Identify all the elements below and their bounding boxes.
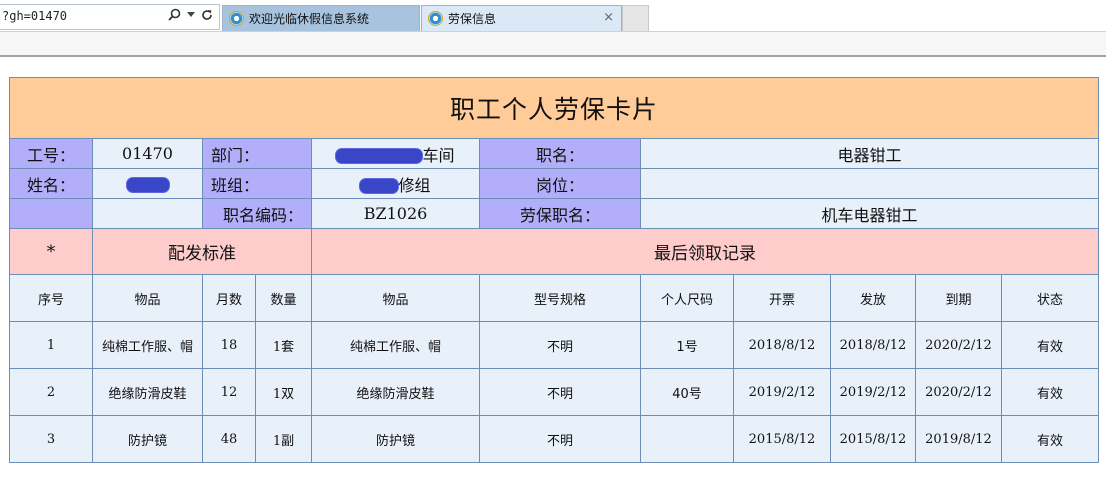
column-header: 物品 bbox=[311, 274, 480, 322]
tab-welcome-label: 欢迎光临休假信息系统 bbox=[249, 12, 370, 26]
empty-label-cell bbox=[9, 198, 93, 229]
chrome-divider bbox=[0, 55, 1106, 57]
row-issue-date: 2018/8/12 bbox=[830, 321, 916, 369]
row-std-item: 纯棉工作服、帽 bbox=[92, 321, 203, 369]
position-value bbox=[639, 168, 1100, 199]
row-item: 绝缘防滑皮鞋 bbox=[311, 368, 480, 416]
dropdown-icon[interactable] bbox=[187, 11, 195, 18]
ie-icon bbox=[428, 11, 443, 26]
row-seq: 3 bbox=[9, 415, 93, 463]
close-icon[interactable]: × bbox=[603, 10, 614, 25]
row-size: 1号 bbox=[640, 321, 734, 369]
section-star: * bbox=[9, 228, 93, 275]
row-spec: 不明 bbox=[479, 321, 641, 369]
redaction-mark bbox=[126, 177, 169, 192]
row-months: 18 bbox=[202, 321, 256, 369]
row-size bbox=[640, 415, 734, 463]
new-tab-button[interactable] bbox=[622, 5, 649, 31]
redaction-mark bbox=[360, 179, 399, 193]
row-size: 40号 bbox=[640, 368, 734, 416]
empty-value-cell bbox=[92, 198, 203, 229]
search-icon[interactable] bbox=[168, 8, 181, 21]
column-header: 状态 bbox=[1000, 274, 1100, 322]
labor-job-title-value: 机车电器钳工 bbox=[639, 198, 1100, 229]
labor-job-title-label: 劳保职名： bbox=[479, 198, 641, 229]
row-months: 48 bbox=[202, 415, 256, 463]
table-row: 3 防护镜 48 1副 防护镜 不明 2015/8/12 2015/8/12 2… bbox=[9, 415, 1100, 463]
column-header: 型号规格 bbox=[479, 274, 641, 322]
row-std-item: 绝缘防滑皮鞋 bbox=[92, 368, 203, 416]
tab-welcome[interactable]: 欢迎光临休假信息系统 bbox=[222, 5, 420, 31]
row-seq: 1 bbox=[9, 321, 93, 369]
table-row: 1 纯棉工作服、帽 18 1套 纯棉工作服、帽 不明 1号 2018/8/12 … bbox=[9, 321, 1100, 369]
job-title-value: 电器钳工 bbox=[639, 138, 1100, 169]
refresh-icon[interactable] bbox=[201, 9, 213, 21]
column-header: 开票 bbox=[733, 274, 831, 322]
team-label: 班组： bbox=[202, 168, 312, 199]
row-invoice-date: 2015/8/12 bbox=[733, 415, 831, 463]
employee-id-label: 工号： bbox=[9, 138, 93, 169]
row-std-item: 防护镜 bbox=[92, 415, 203, 463]
column-header: 序号 bbox=[9, 274, 93, 322]
row-status: 有效 bbox=[1000, 415, 1100, 463]
column-header: 月数 bbox=[202, 274, 256, 322]
job-code-label: 职名编码： bbox=[202, 198, 312, 229]
labor-card-table: 职工个人劳保卡片 工号： 01470 部门： 车间 职名： 电器钳工 姓名： 班… bbox=[8, 77, 1100, 463]
column-header: 到期 bbox=[915, 274, 1002, 322]
row-expiry-date: 2020/2/12 bbox=[915, 368, 1002, 416]
row-status: 有效 bbox=[1000, 368, 1100, 416]
row-invoice-date: 2019/2/12 bbox=[733, 368, 831, 416]
job-title-label: 职名： bbox=[479, 138, 641, 169]
row-expiry-date: 2020/2/12 bbox=[915, 321, 1002, 369]
section-last-record: 最后领取记录 bbox=[310, 228, 1100, 275]
command-bar bbox=[0, 32, 1106, 55]
name-value bbox=[92, 168, 203, 199]
column-header: 物品 bbox=[92, 274, 203, 322]
tab-laobao-label: 劳保信息 bbox=[448, 12, 497, 26]
job-code-value: BZ1026 bbox=[311, 198, 480, 229]
redaction-mark bbox=[336, 149, 423, 163]
row-item: 防护镜 bbox=[311, 415, 480, 463]
row-seq: 2 bbox=[9, 368, 93, 416]
card-title: 职工个人劳保卡片 bbox=[8, 77, 1100, 139]
row-spec: 不明 bbox=[479, 368, 641, 416]
team-visible-text: 修组 bbox=[398, 175, 431, 195]
row-months: 12 bbox=[202, 368, 256, 416]
row-expiry-date: 2019/8/12 bbox=[915, 415, 1002, 463]
tab-laobao[interactable]: 劳保信息 × bbox=[421, 5, 622, 31]
column-header: 数量 bbox=[255, 274, 312, 322]
row-invoice-date: 2018/8/12 bbox=[733, 321, 831, 369]
ie-icon bbox=[229, 11, 244, 26]
department-visible-text: 车间 bbox=[422, 145, 455, 165]
row-item: 纯棉工作服、帽 bbox=[311, 321, 480, 369]
address-text[interactable]: ?gh=01470 bbox=[2, 9, 67, 23]
employee-id-value: 01470 bbox=[92, 138, 203, 169]
row-quantity: 1套 bbox=[255, 321, 312, 369]
department-value: 车间 bbox=[311, 138, 480, 169]
row-quantity: 1副 bbox=[255, 415, 312, 463]
row-issue-date: 2015/8/12 bbox=[830, 415, 916, 463]
team-value: 修组 bbox=[311, 168, 480, 199]
position-label: 岗位： bbox=[479, 168, 641, 199]
section-standard: 配发标准 bbox=[92, 228, 312, 275]
column-header: 个人尺码 bbox=[640, 274, 734, 322]
department-label: 部门： bbox=[202, 138, 312, 169]
name-label: 姓名： bbox=[9, 168, 93, 199]
table-row: 2 绝缘防滑皮鞋 12 1双 绝缘防滑皮鞋 不明 40号 2019/2/12 2… bbox=[9, 368, 1100, 416]
browser-chrome: ?gh=01470 欢迎光临休假信息系统 劳保信息 × bbox=[0, 0, 1106, 57]
row-issue-date: 2019/2/12 bbox=[830, 368, 916, 416]
row-quantity: 1双 bbox=[255, 368, 312, 416]
row-spec: 不明 bbox=[479, 415, 641, 463]
column-header: 发放 bbox=[830, 274, 916, 322]
row-status: 有效 bbox=[1000, 321, 1100, 369]
address-bar[interactable]: ?gh=01470 bbox=[0, 4, 220, 30]
